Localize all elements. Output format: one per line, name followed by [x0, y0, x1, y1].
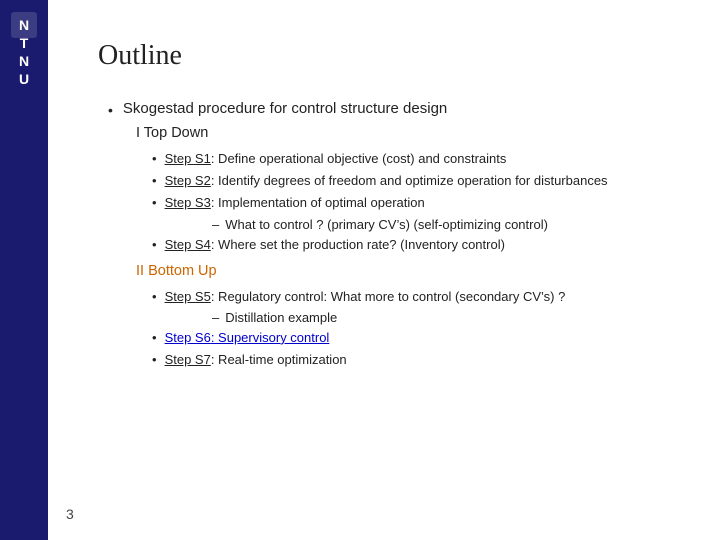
step-s6-item: • Step S6: Supervisory control: [152, 329, 670, 347]
step-s1-prefix: Step S1: [165, 151, 211, 166]
dash-text-s5: Distillation example: [225, 310, 337, 325]
step-s5-prefix: Step S5: [165, 289, 211, 304]
section-ii-header: II Bottom Up: [136, 262, 670, 280]
step-s2-item: • Step S2: Identify degrees of freedom a…: [152, 172, 670, 190]
dash-symbol-s5: –: [212, 310, 219, 325]
main-bullet-item: • Skogestad procedure for control struct…: [108, 100, 670, 118]
svg-text:N: N: [19, 17, 29, 33]
sidebar: N T N U: [0, 0, 48, 540]
step-s3-prefix: Step S3: [165, 195, 211, 210]
step-s4-suffix: : Where set the production rate? (Invent…: [211, 237, 505, 252]
dash-item-s3: – What to control ? (primary CV’s) (self…: [212, 217, 670, 232]
step-s7-dot: •: [152, 352, 157, 367]
dash-item-s5: – Distillation example: [212, 310, 670, 325]
section-ii-sub-bullets: • Step S5: Regulatory control: What more…: [152, 288, 670, 370]
dash-symbol-s3: –: [212, 217, 219, 232]
step-s5-dot: •: [152, 289, 157, 304]
step-s7-text: Step S7: Real-time optimization: [165, 351, 347, 369]
step-s3-text: Step S3: Implementation of optimal opera…: [165, 194, 425, 212]
step-s6-text: Step S6: Supervisory control: [165, 329, 330, 347]
step-s5-suffix: : Regulatory control: What more to contr…: [211, 289, 566, 304]
svg-text:U: U: [19, 71, 29, 87]
section-i-sub-bullets: • Step S1: Define operational objective …: [152, 150, 670, 254]
step-s1-item: • Step S1: Define operational objective …: [152, 150, 670, 168]
main-bullet-text: Skogestad procedure for control structur…: [123, 100, 447, 117]
step-s2-text: Step S2: Identify degrees of freedom and…: [165, 172, 608, 190]
step-s7-prefix: Step S7: [165, 352, 211, 367]
bullet-dot-main: •: [108, 102, 113, 118]
step-s6-suffix: : Supervisory control: [211, 330, 330, 345]
ntnu-logo: N T N U: [7, 10, 41, 44]
step-s6-prefix: Step S6: [165, 330, 211, 345]
step-s2-prefix: Step S2: [165, 173, 211, 188]
step-s5-text: Step S5: Regulatory control: What more t…: [165, 288, 566, 306]
step-s1-suffix: : Define operational objective (cost) an…: [211, 151, 507, 166]
step-s7-item: • Step S7: Real-time optimization: [152, 351, 670, 369]
step-s4-text: Step S4: Where set the production rate? …: [165, 236, 505, 254]
step-s2-suffix: : Identify degrees of freedom and optimi…: [211, 173, 608, 188]
step-s4-prefix: Step S4: [165, 237, 211, 252]
step-s6-dot: •: [152, 330, 157, 345]
section-i-header-text: I Top Down: [136, 125, 208, 141]
step-s4-dot: •: [152, 237, 157, 252]
step-s3-suffix: : Implementation of optimal operation: [211, 195, 425, 210]
main-content: Outline • Skogestad procedure for contro…: [48, 0, 720, 540]
step-s7-suffix: : Real-time optimization: [211, 352, 347, 367]
svg-text:N: N: [19, 53, 29, 69]
step-s2-dot: •: [152, 173, 157, 188]
step-s3-dot: •: [152, 195, 157, 210]
svg-text:T: T: [20, 35, 29, 51]
step-s1-dot: •: [152, 151, 157, 166]
bullet-section: • Skogestad procedure for control struct…: [108, 100, 670, 373]
step-s4-item: • Step S4: Where set the production rate…: [152, 236, 670, 254]
page-number: 3: [66, 506, 74, 522]
step-s3-item: • Step S3: Implementation of optimal ope…: [152, 194, 670, 212]
section-i-header: I Top Down: [136, 124, 670, 142]
page-title: Outline: [98, 40, 670, 72]
dash-text-s3: What to control ? (primary CV’s) (self-o…: [225, 217, 548, 232]
step-s5-item: • Step S5: Regulatory control: What more…: [152, 288, 670, 306]
section-ii-header-text: II Bottom Up: [136, 263, 217, 279]
step-s1-text: Step S1: Define operational objective (c…: [165, 150, 507, 168]
